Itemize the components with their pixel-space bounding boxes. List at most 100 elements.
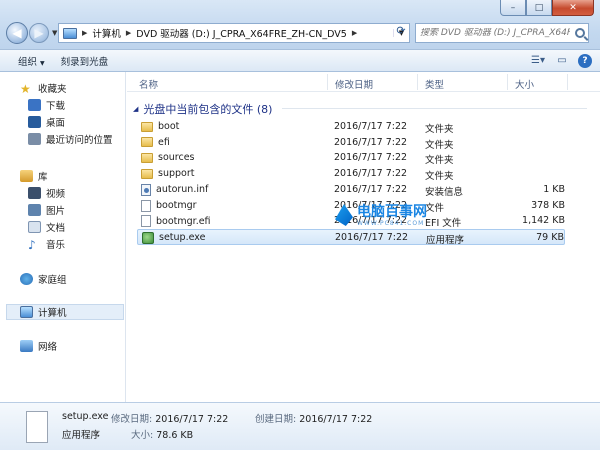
nav-item-documents[interactable]: 文档 — [28, 219, 65, 235]
file-modified-cell: 2016/7/17 7:22 — [334, 183, 408, 195]
nav-item-downloads[interactable]: 下载 — [28, 97, 65, 113]
file-name-cell: sources — [141, 152, 195, 163]
file-size-cell: 1,142 KB — [522, 215, 565, 227]
column-divider[interactable] — [417, 74, 418, 90]
file-modified-cell: 2016/7/17 7:22 — [334, 168, 408, 180]
maximize-button[interactable]: □ — [526, 0, 552, 16]
nav-network[interactable]: 网络 — [20, 338, 57, 354]
file-name-cell: autorun.inf — [141, 183, 209, 196]
nav-item-recent-places[interactable]: 最近访问的位置 — [28, 131, 113, 147]
details-modified: 修改日期: 2016/7/17 7:22 — [111, 411, 228, 425]
breadcrumb-dvd-drive[interactable]: DVD 驱动器 (D:) J_CPRA_X64FRE_ZH-CN_DV5 — [136, 26, 347, 40]
file-type-cell: 文件 — [425, 202, 445, 214]
folder-icon — [141, 168, 153, 179]
file-name-cell: efi — [141, 137, 170, 148]
back-button[interactable]: ◀ — [6, 22, 28, 44]
nav-computer-label: 计算机 — [38, 308, 67, 319]
recent-pages-dropdown[interactable]: ▼ — [52, 29, 57, 37]
help-icon[interactable]: ? — [578, 53, 592, 68]
breadcrumb-computer[interactable]: 计算机 — [92, 26, 121, 40]
view-options-icon[interactable]: ☰▾ — [530, 54, 546, 68]
file-row[interactable]: autorun.inf 2016/7/17 7:22 安装信息 1 KB — [137, 182, 565, 198]
file-modified-cell: 2016/7/17 7:22 — [334, 121, 408, 132]
file-type-cell: 文件夹 — [425, 171, 454, 183]
file-size-cell: 79 KB — [536, 231, 564, 243]
file-row[interactable]: efi 2016/7/17 7:22 文件夹 — [137, 135, 565, 151]
column-divider[interactable] — [567, 74, 568, 90]
collapse-icon[interactable]: ◢ — [133, 105, 138, 113]
nav-homegroup-label: 家庭组 — [38, 275, 67, 286]
nav-item-videos[interactable]: 视频 — [28, 185, 65, 201]
close-button[interactable]: ✕ — [552, 0, 594, 16]
file-modified-cell: 2016/7/17 7:22 — [334, 136, 408, 148]
nav-item-desktop[interactable]: 桌面 — [28, 114, 65, 130]
nav-favorites-label: 收藏夹 — [38, 84, 67, 95]
desktop-icon — [28, 116, 41, 128]
video-icon — [28, 187, 41, 199]
file-name-cell: support — [141, 168, 194, 179]
setup-info-icon — [141, 183, 151, 196]
details-modified-label: 修改日期: — [111, 414, 153, 425]
burn-to-disc-button[interactable]: 刻录到光盘 — [55, 54, 115, 68]
details-size-label: 大小: — [131, 430, 154, 441]
details-size: 大小: 78.6 KB — [131, 427, 193, 441]
column-header: 名称 修改日期 类型 大小 — [127, 72, 600, 92]
organize-label: 组织 — [18, 56, 38, 68]
nav-item-music[interactable]: ♪ 音乐 — [28, 236, 65, 252]
breadcrumb-chevron-icon[interactable]: ▶ — [82, 29, 87, 37]
file-row[interactable]: setup.exe 2016/7/17 7:22 应用程序 79 KB — [137, 228, 565, 246]
file-row[interactable]: sources 2016/7/17 7:22 文件夹 — [137, 150, 565, 166]
file-type-cell: 文件夹 — [425, 155, 454, 167]
file-size-cell: 1 KB — [543, 183, 565, 195]
nav-favorites[interactable]: ★ 收藏夹 — [20, 80, 67, 96]
nav-computer[interactable]: 计算机 — [6, 304, 124, 320]
file-name: boot — [158, 121, 180, 132]
refresh-icon[interactable]: ⟳ — [392, 24, 410, 42]
library-icon — [20, 170, 33, 182]
window-chrome: – □ ✕ ◀ ▶ ▼ ▶ 计算机 ▶ DVD 驱动器 (D:) J_CPRA_… — [0, 0, 600, 72]
nav-homegroup[interactable]: 家庭组 — [20, 271, 67, 287]
watermark: 电脑百事网 WWW.PC841.COM — [335, 204, 427, 227]
file-row[interactable]: boot 2016/7/17 7:22 文件夹 — [137, 119, 565, 135]
breadcrumb-chevron-icon[interactable]: ▶ — [126, 29, 131, 37]
folder-icon — [141, 137, 153, 148]
search-box[interactable] — [415, 23, 589, 43]
file-type-cell: 安装信息 — [425, 186, 464, 198]
search-icon[interactable] — [575, 28, 585, 38]
window-buttons: – □ ✕ — [500, 0, 594, 16]
details-file-name: setup.exe — [62, 411, 109, 422]
address-bar[interactable]: ▶ 计算机 ▶ DVD 驱动器 (D:) J_CPRA_X64FRE_ZH-CN… — [58, 23, 410, 43]
nav-item-pictures[interactable]: 图片 — [28, 202, 65, 218]
column-type[interactable]: 类型 — [425, 77, 444, 91]
nav-item-label: 桌面 — [46, 118, 66, 129]
file-icon — [141, 215, 151, 228]
document-icon — [28, 221, 41, 233]
group-header[interactable]: ◢ 光盘中当前包含的文件 (8) — [133, 101, 272, 117]
organize-button[interactable]: 组织 ▼ — [12, 54, 51, 68]
breadcrumb-chevron-icon[interactable]: ▶ — [352, 29, 357, 37]
column-divider[interactable] — [507, 74, 508, 90]
file-name-cell: bootmgr — [141, 199, 197, 212]
column-divider[interactable] — [327, 74, 328, 90]
nav-libraries-label: 库 — [38, 172, 48, 183]
chevron-down-icon: ▼ — [40, 59, 45, 67]
minimize-button[interactable]: – — [500, 0, 526, 16]
computer-icon — [20, 306, 33, 318]
forward-button[interactable]: ▶ — [29, 23, 49, 43]
column-name[interactable]: 名称 — [139, 77, 158, 91]
nav-item-label: 图片 — [46, 206, 66, 217]
file-name: autorun.inf — [156, 184, 209, 196]
column-modified[interactable]: 修改日期 — [335, 77, 373, 91]
nav-item-label: 文档 — [46, 223, 66, 234]
file-type-cell: 文件夹 — [425, 124, 454, 135]
column-size[interactable]: 大小 — [515, 77, 534, 91]
file-thumbnail-icon — [26, 411, 48, 443]
preview-pane-icon[interactable]: ▭ — [554, 54, 570, 68]
details-created: 创建日期: 2016/7/17 7:22 — [255, 411, 372, 425]
search-input[interactable] — [420, 28, 570, 38]
file-row[interactable]: support 2016/7/17 7:22 文件夹 — [137, 166, 565, 182]
file-type-cell: EFI 文件 — [425, 218, 462, 230]
file-name: efi — [158, 136, 170, 148]
group-divider — [282, 108, 587, 109]
nav-libraries[interactable]: 库 — [20, 168, 48, 184]
